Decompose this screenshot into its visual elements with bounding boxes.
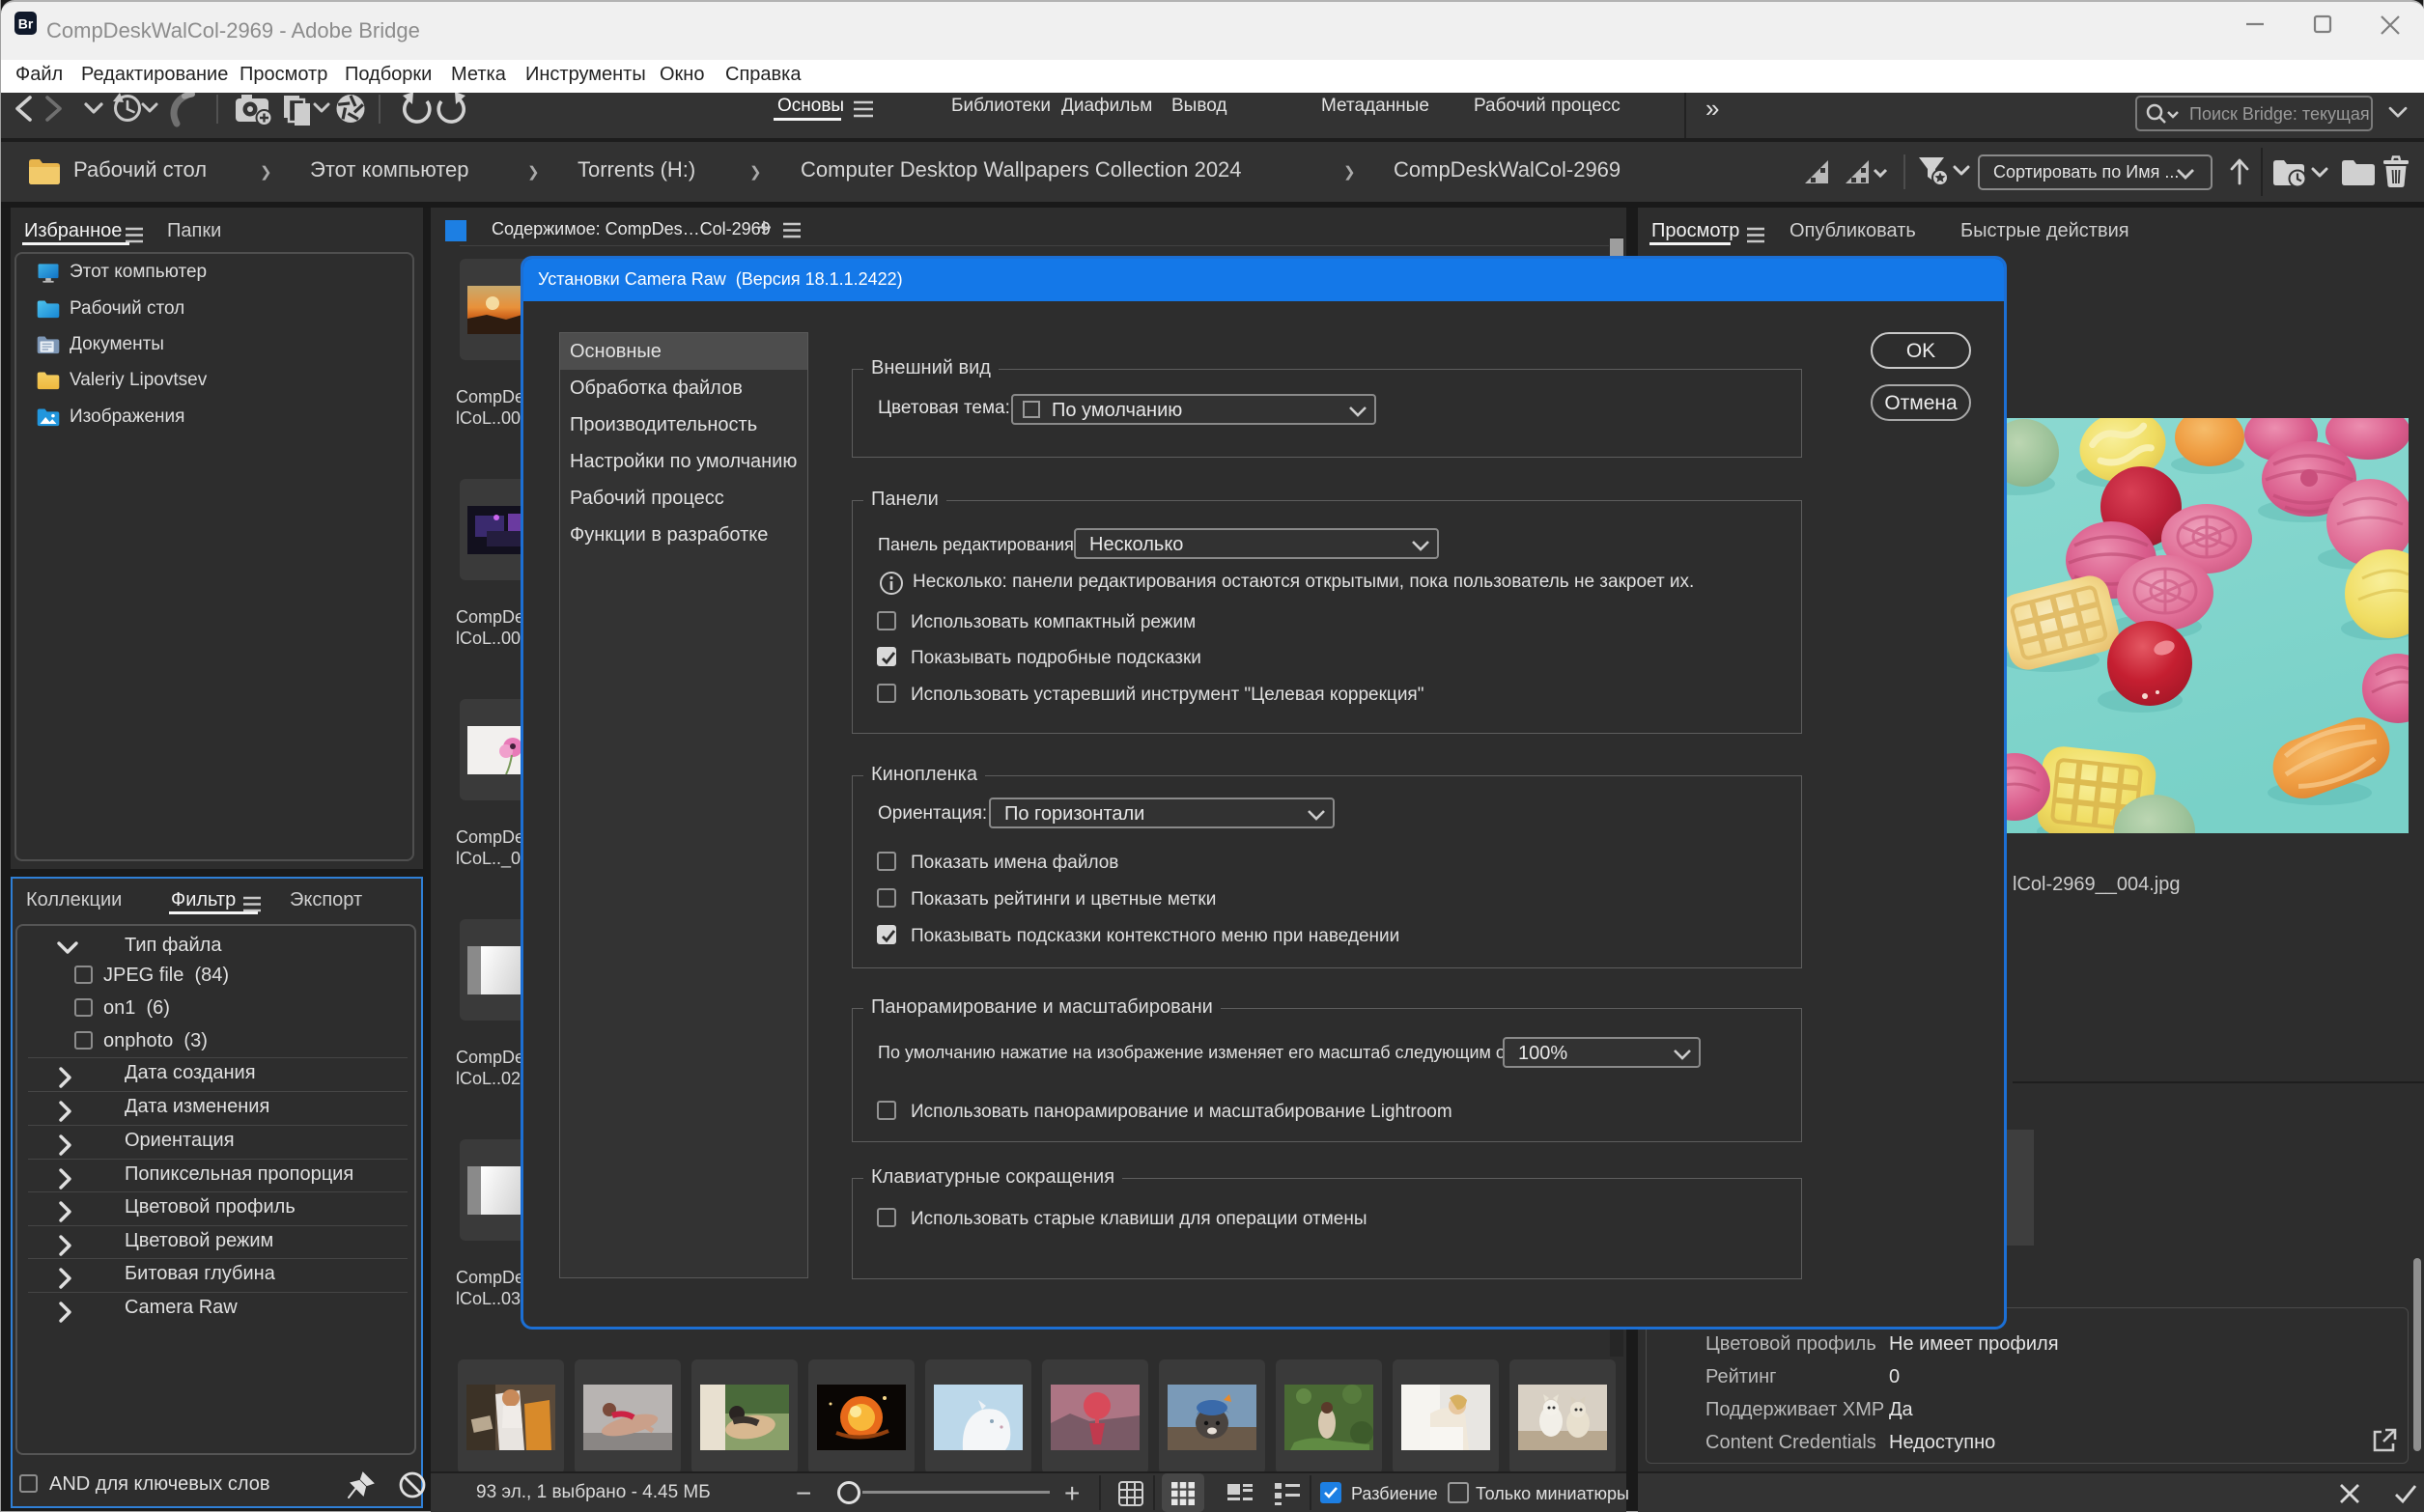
- svg-text:Br: Br: [18, 16, 34, 32]
